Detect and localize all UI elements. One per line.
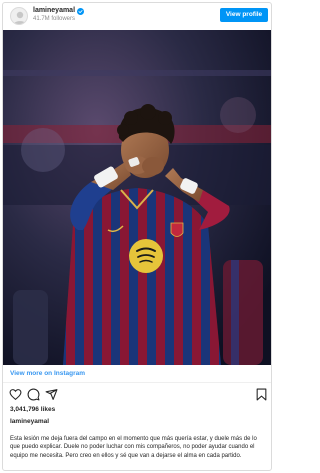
follower-count: 41.7M followers [33, 16, 76, 22]
user-block: lamineyamal 41.7M followers [33, 7, 85, 23]
caption-username[interactable]: lamineyamal [10, 418, 49, 426]
bookmark-icon[interactable] [256, 388, 267, 401]
avatar[interactable] [10, 7, 28, 25]
username[interactable]: lamineyamal [33, 7, 75, 15]
divider [3, 382, 271, 383]
post-photo[interactable] [3, 30, 271, 365]
player-celebration-image [3, 30, 271, 365]
instagram-embed-card: lamineyamal 41.7M followers View profile [2, 2, 272, 471]
verified-badge-icon [77, 7, 85, 15]
view-profile-button[interactable]: View profile [220, 8, 268, 22]
comment-icon[interactable] [27, 388, 40, 401]
avatar-placeholder-icon [13, 11, 27, 24]
caption-text: Esta lesión me deja fuera del campo en e… [10, 436, 257, 459]
like-count[interactable]: 3,041,796 likes [10, 406, 55, 414]
view-more-link[interactable]: View more on Instagram [10, 369, 85, 378]
heart-icon[interactable] [9, 388, 22, 401]
share-icon[interactable] [45, 388, 58, 401]
post-header: lamineyamal 41.7M followers View profile [3, 3, 271, 29]
